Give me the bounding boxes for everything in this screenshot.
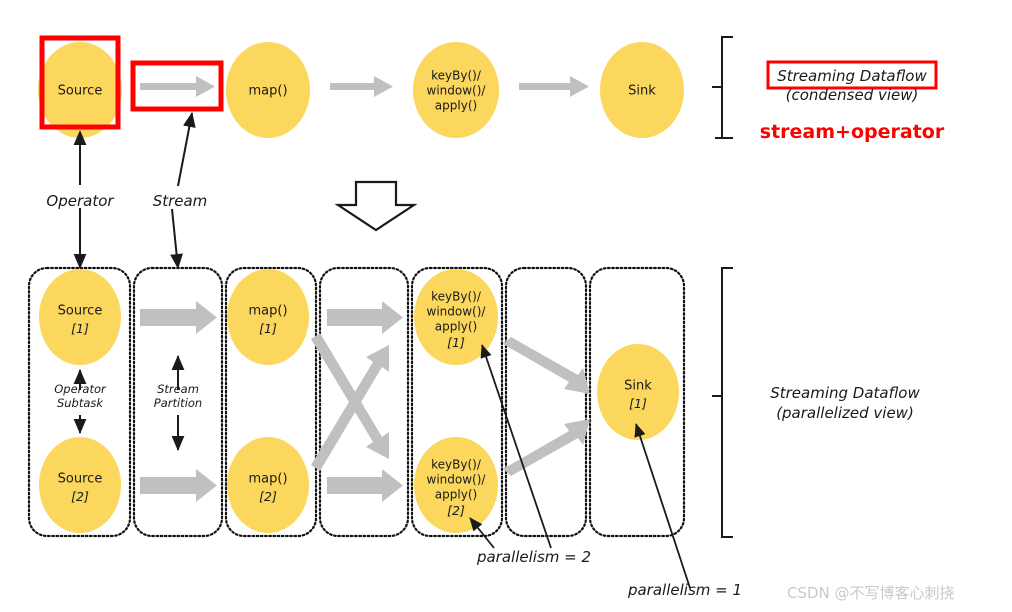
node-label-line3: apply() <box>435 99 477 113</box>
node-label: Source <box>58 304 103 319</box>
node-label: map() <box>248 304 287 319</box>
stream-partition-label-line2: Partition <box>154 396 202 410</box>
node-label: map() <box>248 84 287 99</box>
node-index: [2] <box>259 489 277 504</box>
node-index: [1] <box>447 335 465 350</box>
node-label: Sink <box>628 84 656 99</box>
operator-subtask-label-line2: Subtask <box>57 396 104 410</box>
node-label-line1: keyBy()/ <box>431 69 482 83</box>
parallel-node-map-2[interactable]: map() [2] <box>227 437 309 533</box>
node-label: Source <box>58 472 103 487</box>
parallel-node-sink-1[interactable]: Sink [1] <box>597 344 679 440</box>
diagram-canvas: Source map() keyBy()/ window()/ apply() … <box>0 0 1012 612</box>
node-label-line1: keyBy()/ <box>431 458 482 472</box>
watermark-text: CSDN @不写博客心刺挠 <box>787 584 955 602</box>
parallel-node-keyby-2[interactable]: keyBy()/ window()/ apply() [2] <box>414 437 498 533</box>
condensed-bracket-label-line2: (condensed view) <box>786 86 919 104</box>
condensed-bracket-label-line1: Streaming Dataflow <box>777 67 927 85</box>
parallel-bracket-label-line2: (parallelized view) <box>776 404 914 422</box>
node-label-line3: apply() <box>435 320 477 334</box>
condensed-node-sink[interactable]: Sink <box>600 42 684 138</box>
operator-callout-label: Operator <box>46 192 114 210</box>
parallel-node-source-1[interactable]: Source [1] <box>39 269 121 365</box>
node-label-line2: window()/ <box>427 305 487 319</box>
node-label: Sink <box>624 379 652 394</box>
parallelism-1-label: parallelism = 1 <box>627 581 742 599</box>
flink-dataflow-diagram: Source map() keyBy()/ window()/ apply() … <box>0 0 1012 612</box>
stream-partition-label-line1: Stream <box>157 382 199 396</box>
condensed-node-map[interactable]: map() <box>226 42 310 138</box>
parallel-node-keyby-1[interactable]: keyBy()/ window()/ apply() [1] <box>414 269 498 365</box>
condensed-node-source[interactable]: Source <box>38 42 122 138</box>
node-index: [1] <box>259 321 277 336</box>
node-label-line3: apply() <box>435 488 477 502</box>
node-label-line2: window()/ <box>427 473 487 487</box>
parallelism-2-label: parallelism = 2 <box>476 548 591 566</box>
node-label-line2: window()/ <box>427 84 487 98</box>
node-index: [1] <box>629 396 647 411</box>
parallel-bracket-label-line1: Streaming Dataflow <box>770 384 920 402</box>
parallel-node-source-2[interactable]: Source [2] <box>39 437 121 533</box>
node-index: [1] <box>71 321 89 336</box>
node-label: Source <box>58 84 103 99</box>
operator-subtask-label-line1: Operator <box>54 382 107 396</box>
node-label-line1: keyBy()/ <box>431 290 482 304</box>
condensed-node-keyby[interactable]: keyBy()/ window()/ apply() <box>413 42 499 138</box>
node-index: [2] <box>71 489 89 504</box>
stream-operator-note: stream+operator <box>760 121 945 143</box>
node-index: [2] <box>447 503 465 518</box>
stream-callout-label: Stream <box>153 192 208 210</box>
node-label: map() <box>248 472 287 487</box>
parallel-node-map-1[interactable]: map() [1] <box>227 269 309 365</box>
